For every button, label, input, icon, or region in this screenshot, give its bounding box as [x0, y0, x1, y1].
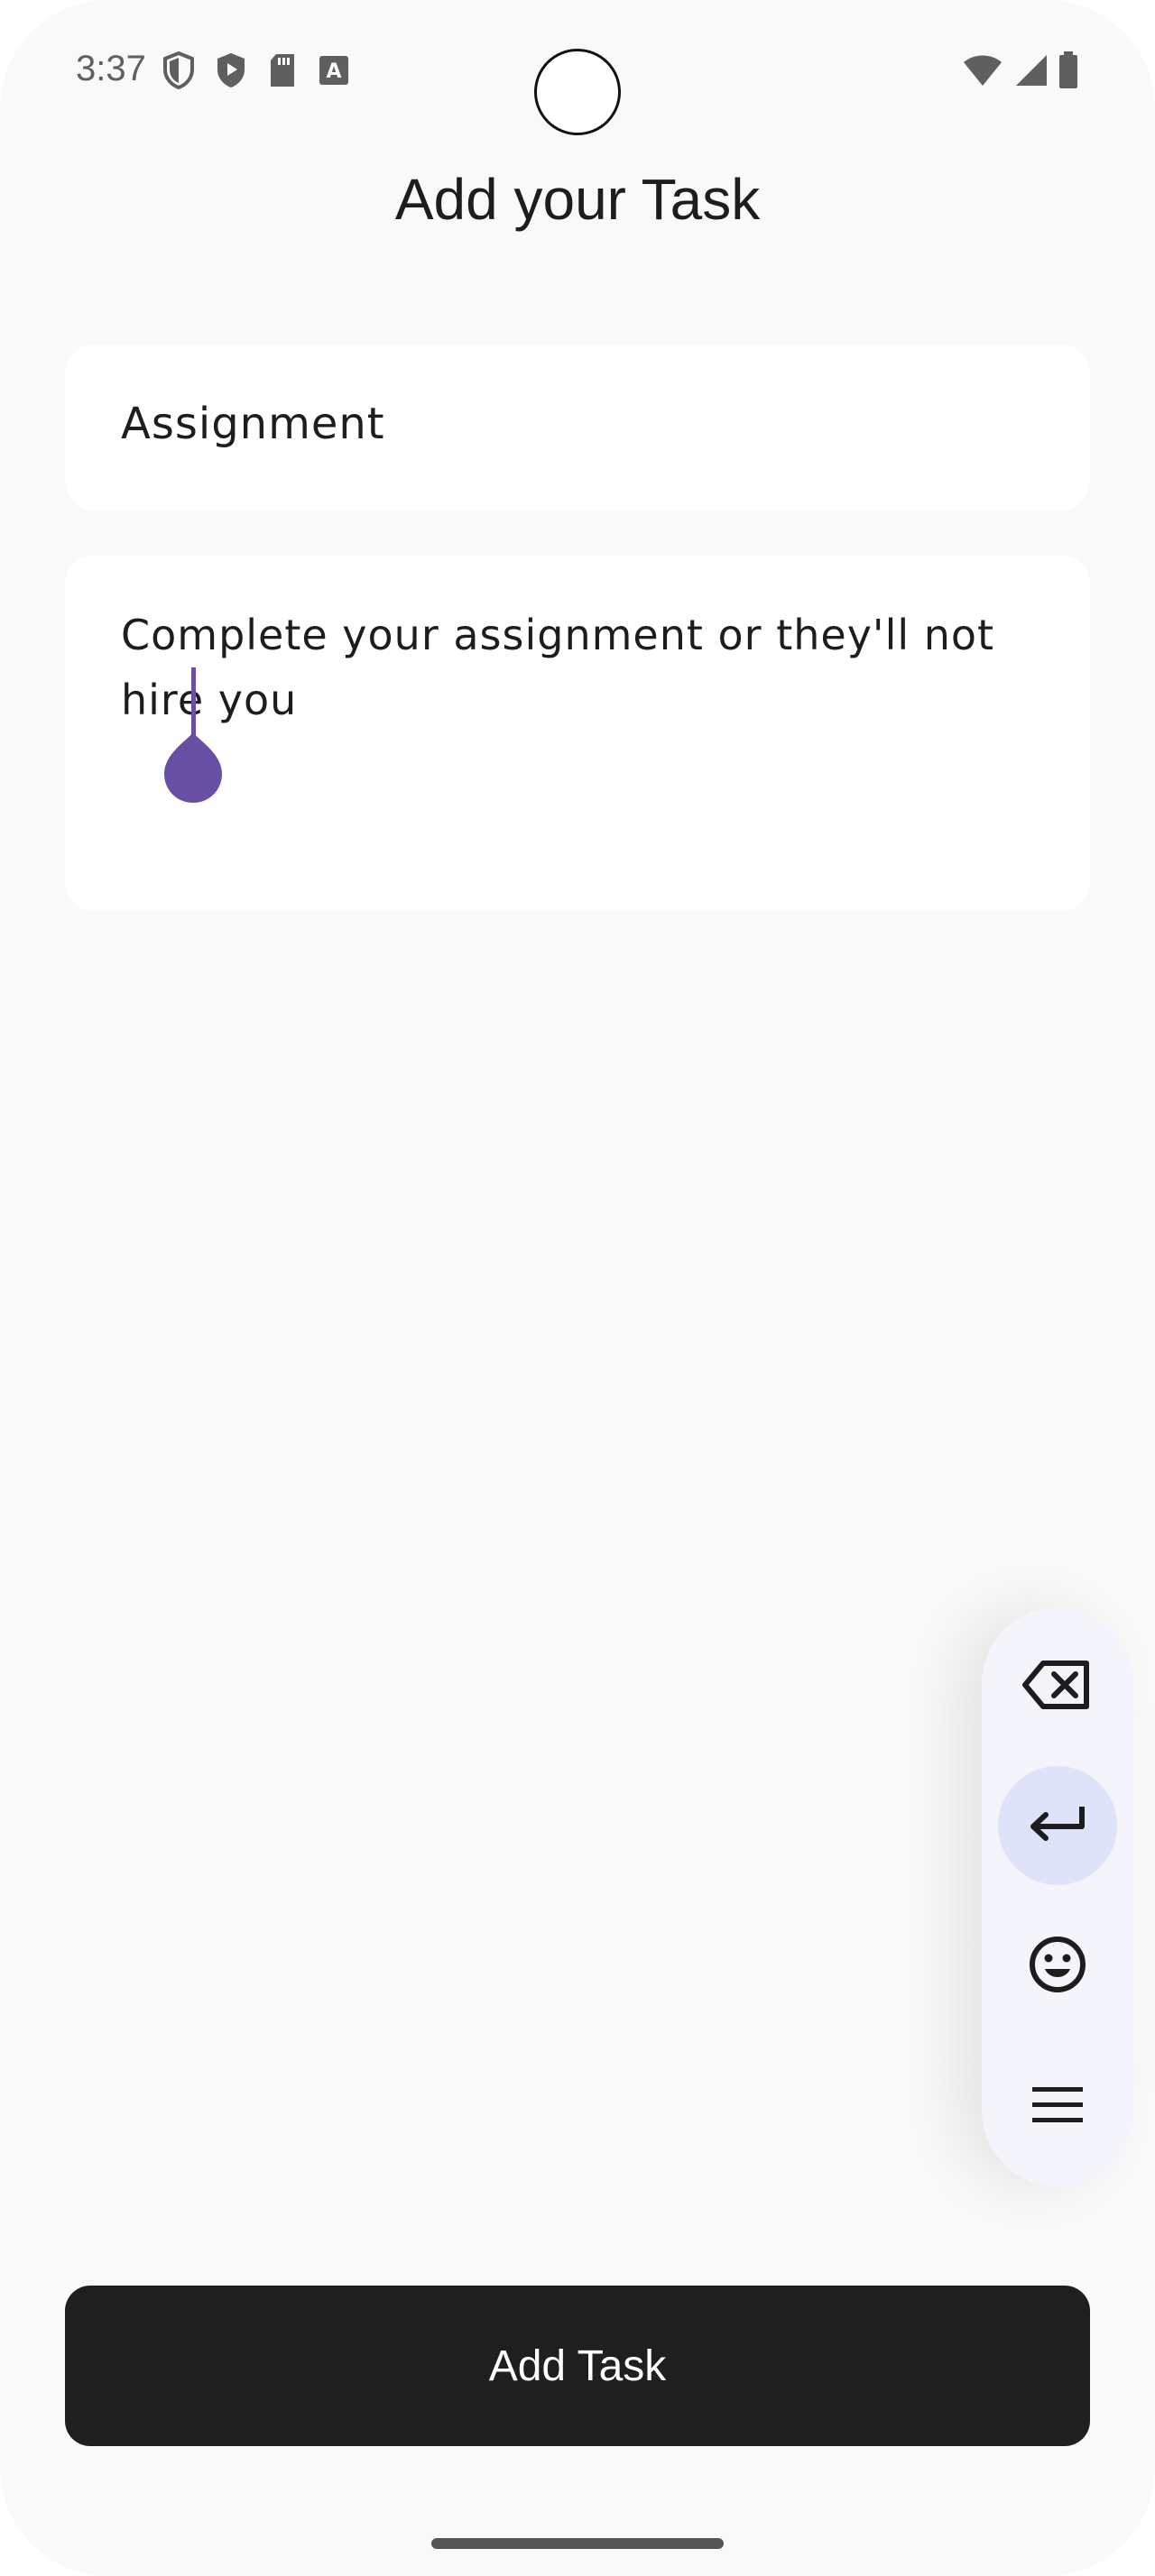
sd-card-icon [267, 52, 298, 88]
emoji-button[interactable] [998, 1907, 1117, 2026]
task-description-value: Complete your assignment or they'll not … [121, 611, 1009, 724]
font-a-icon: A [318, 54, 350, 87]
wifi-icon [962, 53, 1003, 92]
status-icons-right [962, 51, 1079, 95]
phone-screen: 3:37 A Add your Task Assignment Complete… [0, 0, 1155, 2576]
status-icons-left: A [162, 51, 350, 90]
enter-button[interactable] [998, 1766, 1117, 1885]
enter-icon [1026, 1801, 1089, 1851]
backspace-button[interactable] [998, 1627, 1117, 1746]
text-cursor-handle[interactable] [161, 667, 226, 813]
play-protect-icon [215, 51, 247, 90]
front-camera-cutout [534, 49, 621, 135]
emoji-icon [1028, 1935, 1087, 1999]
battery-icon [1058, 51, 1079, 95]
task-title-field[interactable]: Assignment [65, 345, 1090, 511]
keyboard-menu-button[interactable] [998, 2047, 1117, 2167]
signal-icon [1012, 53, 1049, 92]
add-task-button[interactable]: Add Task [65, 2286, 1090, 2446]
svg-text:A: A [326, 60, 341, 83]
backspace-icon [1021, 1658, 1094, 1716]
shield-icon [162, 51, 195, 90]
task-title-value: Assignment [121, 399, 385, 449]
page-title: Add your Task [394, 167, 761, 232]
home-indicator[interactable] [431, 2538, 724, 2549]
menu-icon [1030, 2085, 1085, 2130]
floating-keyboard-toolbar [982, 1607, 1133, 2186]
status-time: 3:37 [76, 49, 146, 88]
